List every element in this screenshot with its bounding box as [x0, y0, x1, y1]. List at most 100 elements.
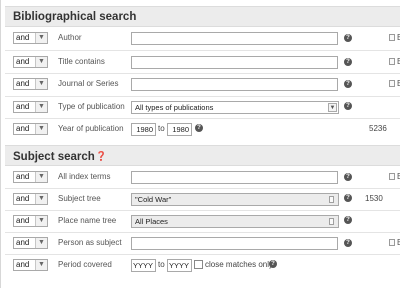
title-browse-link[interactable]: B: [389, 57, 400, 67]
year-operator-select[interactable]: and ▼: [13, 123, 48, 135]
subject-tree-value: "Cold War": [135, 195, 172, 204]
close-matches-label: close matches only: [205, 260, 274, 269]
journal-or-series-input[interactable]: [131, 78, 338, 91]
title-operator-select[interactable]: and ▼: [13, 56, 48, 68]
subject-tree-row: and ▼ Subject tree "Cold War" ? 1530: [1, 190, 400, 210]
author-browse-link[interactable]: B: [389, 33, 400, 43]
divider: [5, 254, 400, 255]
divider: [5, 210, 400, 211]
chevron-down-icon: ▼: [35, 260, 47, 270]
person-browse-link[interactable]: B: [389, 238, 400, 248]
help-icon[interactable]: ?: [344, 239, 352, 247]
chevron-down-icon: ▼: [35, 124, 47, 134]
all-index-terms-row: and ▼ All index terms ? B: [1, 168, 400, 188]
period-operator-select[interactable]: and ▼: [13, 259, 48, 271]
chevron-down-icon: ▼: [35, 57, 47, 67]
chevron-down-icon: ▼: [35, 102, 47, 112]
chevron-down-icon: ▼: [35, 194, 47, 204]
browse-icon: [389, 239, 395, 246]
help-icon[interactable]: ?: [344, 173, 352, 181]
chevron-down-icon: ▼: [35, 238, 47, 248]
place-name-tree-value: All Places: [135, 217, 168, 226]
bibliographical-result-count: 5236: [369, 124, 387, 133]
divider: [5, 118, 400, 119]
divider: [5, 188, 400, 189]
all-index-terms-input[interactable]: [131, 171, 338, 184]
help-icon[interactable]: ?: [344, 34, 352, 42]
chevron-down-icon: ▼: [35, 216, 47, 226]
author-label: Author: [58, 33, 82, 42]
operator-value: and: [16, 172, 30, 181]
journal-browse-link[interactable]: B: [389, 79, 400, 89]
help-icon[interactable]: ?: [344, 102, 352, 110]
year-to-label: to: [158, 124, 165, 133]
help-icon[interactable]: ?: [344, 58, 352, 66]
type-operator-select[interactable]: and ▼: [13, 101, 48, 113]
title-contains-label: Title contains: [58, 57, 105, 66]
help-icon[interactable]: ?: [344, 216, 352, 224]
author-row: and ▼ Author ? B: [1, 29, 400, 49]
help-icon[interactable]: ?: [269, 260, 277, 268]
chevron-down-icon: ▼: [35, 79, 47, 89]
all-index-terms-label: All index terms: [58, 172, 111, 181]
help-icon[interactable]: ?: [195, 124, 203, 132]
operator-value: and: [16, 216, 30, 225]
person-as-subject-row: and ▼ Person as subject ? B: [1, 234, 400, 254]
operator-value: and: [16, 79, 30, 88]
place-name-tree-field[interactable]: All Places: [131, 215, 339, 228]
title-contains-input[interactable]: [131, 56, 338, 69]
period-from-input[interactable]: YYYY: [131, 259, 156, 272]
index-terms-browse-link[interactable]: B: [389, 172, 400, 182]
period-to-label: to: [158, 260, 165, 269]
operator-value: and: [16, 124, 30, 133]
operator-value: and: [16, 194, 30, 203]
browse-icon: [389, 58, 395, 65]
subject-tree-field[interactable]: "Cold War": [131, 193, 339, 206]
bibliographical-search-title: Bibliographical search: [13, 11, 137, 23]
chevron-down-icon: ▼: [328, 103, 337, 112]
journal-row: and ▼ Journal or Series ? B: [1, 75, 400, 95]
period-covered-label: Period covered: [58, 260, 112, 269]
type-of-publication-row: and ▼ Type of publication All types of p…: [1, 98, 400, 118]
period-to-input[interactable]: YYYY: [167, 259, 192, 272]
close-matches-checkbox[interactable]: [194, 260, 203, 269]
subject-tree-label: Subject tree: [58, 194, 101, 203]
person-operator-select[interactable]: and ▼: [13, 237, 48, 249]
person-as-subject-input[interactable]: [131, 237, 338, 250]
index-terms-operator-select[interactable]: and ▼: [13, 171, 48, 183]
journal-or-series-label: Journal or Series: [58, 79, 119, 88]
place-operator-select[interactable]: and ▼: [13, 215, 48, 227]
year-of-publication-row: and ▼ Year of publication 1980 to 1980 ?…: [1, 120, 400, 140]
help-icon[interactable]: ❓: [96, 151, 107, 161]
browse-icon: [389, 34, 395, 41]
journal-operator-select[interactable]: and ▼: [13, 78, 48, 90]
tree-browse-icon[interactable]: [329, 218, 334, 225]
help-icon[interactable]: ?: [344, 194, 352, 202]
bibliographical-search-header: Bibliographical search: [5, 6, 400, 27]
place-name-tree-label: Place name tree: [58, 216, 117, 225]
divider: [5, 232, 400, 233]
divider: [5, 50, 400, 51]
subject-search-title: Subject search: [13, 151, 95, 163]
help-icon[interactable]: ?: [344, 80, 352, 88]
chevron-down-icon: ▼: [35, 33, 47, 43]
tree-browse-icon[interactable]: [329, 196, 334, 203]
subject-result-count: 1530: [365, 194, 383, 203]
operator-value: and: [16, 260, 30, 269]
chevron-down-icon: ▼: [35, 172, 47, 182]
author-input[interactable]: [131, 32, 338, 45]
operator-value: and: [16, 238, 30, 247]
subject-search-header: Subject search❓: [5, 145, 400, 166]
subject-tree-operator-select[interactable]: and ▼: [13, 193, 48, 205]
place-name-tree-row: and ▼ Place name tree All Places ?: [1, 212, 400, 232]
type-of-publication-value: All types of publications: [135, 103, 214, 112]
search-form: Bibliographical search and ▼ Author ? B …: [0, 0, 400, 288]
divider: [5, 96, 400, 97]
type-of-publication-select[interactable]: All types of publications ▼: [131, 101, 339, 114]
type-of-publication-label: Type of publication: [58, 102, 125, 111]
author-operator-select[interactable]: and ▼: [13, 32, 48, 44]
year-to-input[interactable]: 1980: [167, 123, 192, 136]
year-from-input[interactable]: 1980: [131, 123, 156, 136]
person-as-subject-label: Person as subject: [58, 238, 122, 247]
operator-value: and: [16, 33, 30, 42]
